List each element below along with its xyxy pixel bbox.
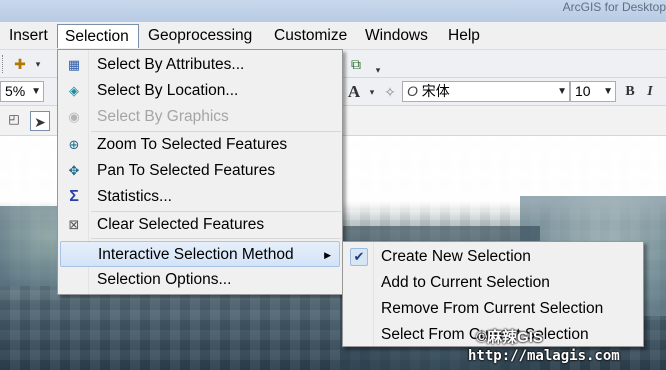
add-data-icon[interactable]: ✚ (10, 54, 30, 74)
font-name-value: 宋体 (421, 83, 450, 99)
menu-zoom-to-selected[interactable]: ⊕ Zoom To Selected Features (60, 132, 340, 158)
checkmark-icon: ✔ (350, 248, 368, 266)
clear-selection-icon: ⊠ (68, 217, 80, 232)
zoom-percent-value: 5% (5, 83, 26, 99)
zoom-percent-combo[interactable]: 5% ▼ (0, 81, 44, 102)
location-select-icon: ◈ (69, 83, 79, 98)
sigma-icon: Σ (69, 188, 79, 205)
menu-statistics[interactable]: Σ Statistics... (60, 184, 340, 210)
menu-item-label: Select By Attributes... (97, 56, 245, 73)
submenu-create-new-selection[interactable]: ✔ Create New Selection (345, 244, 641, 270)
submenu-item-label: Add to Current Selection (381, 274, 550, 291)
submenu-item-label: Remove From Current Selection (381, 300, 604, 317)
menu-item-label: Zoom To Selected Features (97, 136, 288, 153)
menu-item-label: Clear Selected Features (97, 216, 265, 233)
menu-bar: Insert Selection Geoprocessing Customize… (0, 22, 666, 50)
menu-customize[interactable]: Customize (267, 24, 354, 48)
bold-button[interactable]: B (620, 82, 640, 102)
italic-button[interactable]: I (640, 82, 660, 102)
menu-geoprocessing[interactable]: Geoprocessing (141, 24, 259, 48)
menu-interactive-selection-method[interactable]: Interactive Selection Method ▶ (60, 241, 340, 267)
watermark-logo: ©麻辣GIS (476, 329, 543, 346)
toolbar-overflow-icon[interactable]: ▾ (368, 60, 388, 80)
font-name-combo[interactable]: O 宋体 ▼ (402, 81, 570, 102)
menu-item-label: Select By Graphics (97, 108, 229, 125)
add-data-dropdown-icon[interactable]: ▾ (28, 54, 48, 74)
menu-select-by-attributes[interactable]: ▦ Select By Attributes... (60, 52, 340, 78)
menu-select-by-location[interactable]: ◈ Select By Location... (60, 78, 340, 104)
font-size-combo[interactable]: 10 ▼ (570, 81, 616, 102)
submenu-remove-from-current[interactable]: Remove From Current Selection (345, 296, 641, 322)
window-title: ArcGIS for Desktop (562, 0, 666, 14)
menu-select-by-graphics: ◉ Select By Graphics (60, 104, 340, 130)
menu-pan-to-selected[interactable]: ✥ Pan To Selected Features (60, 158, 340, 184)
menu-help[interactable]: Help (441, 24, 487, 48)
model-builder-icon[interactable]: ⧉ (346, 54, 366, 74)
submenu-arrow-icon: ▶ (324, 250, 331, 260)
font-size-value: 10 (575, 83, 591, 99)
menu-selection-options[interactable]: Selection Options... (60, 267, 340, 293)
opentype-font-icon: O (407, 83, 418, 99)
select-elements-icon[interactable]: ◰ (4, 109, 24, 129)
menu-insert[interactable]: Insert (2, 24, 55, 48)
text-color-dropdown-icon[interactable]: ▾ (362, 82, 382, 102)
menu-item-label: Interactive Selection Method (98, 246, 294, 263)
menu-item-label: Pan To Selected Features (97, 162, 276, 179)
menu-clear-selected[interactable]: ⊠ Clear Selected Features (60, 212, 340, 238)
menu-windows[interactable]: Windows (358, 24, 435, 48)
text-direction-icon[interactable]: ✧ (380, 82, 400, 102)
watermark-url: http://malagis.com (468, 348, 620, 364)
window-title-bar: ArcGIS for Desktop (0, 0, 666, 22)
pan-selected-icon: ✥ (68, 163, 80, 178)
graphics-select-icon: ◉ (68, 109, 80, 124)
chevron-down-icon: ▼ (31, 86, 41, 97)
chevron-down-icon: ▼ (603, 86, 613, 97)
pointer-tool-icon[interactable]: ➤ (30, 111, 50, 131)
selection-menu: ▦ Select By Attributes... ◈ Select By Lo… (57, 49, 343, 295)
menu-selection[interactable]: Selection (57, 24, 139, 48)
toolbar-grip (2, 55, 5, 73)
menu-separator (91, 238, 341, 239)
text-color-button[interactable]: A (344, 82, 364, 102)
submenu-item-label: Create New Selection (381, 248, 531, 265)
menu-item-label: Selection Options... (97, 271, 232, 288)
table-select-icon: ▦ (67, 57, 81, 72)
zoom-selected-icon: ⊕ (68, 137, 80, 152)
menu-item-label: Statistics... (97, 188, 172, 205)
submenu-add-to-current[interactable]: Add to Current Selection (345, 270, 641, 296)
chevron-down-icon: ▼ (557, 86, 567, 97)
menu-item-label: Select By Location... (97, 82, 239, 99)
